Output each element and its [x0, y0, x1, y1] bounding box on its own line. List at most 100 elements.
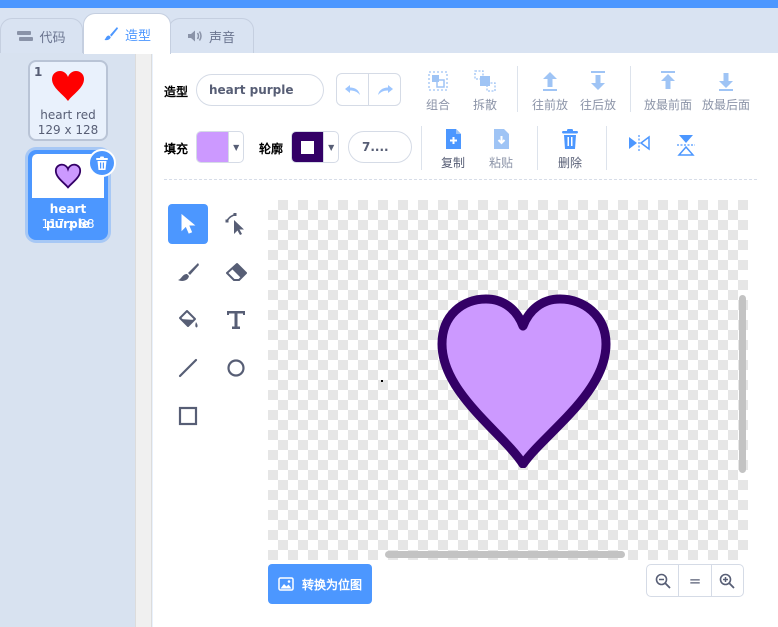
group-icon — [428, 71, 448, 91]
line-icon — [178, 358, 198, 378]
zoom-out-button[interactable] — [647, 565, 678, 596]
delete-label: 删除 — [557, 156, 582, 170]
delete-costume-button[interactable] — [88, 149, 116, 177]
toolbar-divider — [606, 126, 607, 170]
canvas-horizontal-scrollbar[interactable] — [385, 551, 625, 558]
fill-tool[interactable] — [168, 300, 208, 340]
canvas-center-dot — [381, 380, 383, 382]
undo-redo-group — [336, 73, 401, 106]
forward-button[interactable]: 往前放 — [525, 70, 575, 113]
toolbar-divider — [517, 66, 518, 112]
copy-button[interactable]: 复制 — [428, 128, 478, 171]
reshape-icon — [225, 213, 244, 235]
tab-sounds-label: 声音 — [208, 30, 235, 46]
flip-vertical-button[interactable] — [661, 134, 711, 156]
rectangle-tool[interactable] — [168, 396, 208, 436]
text-tool[interactable] — [216, 300, 256, 340]
outline-color-swatch — [292, 132, 324, 162]
outline-color-picker[interactable]: ▼ — [291, 131, 339, 163]
arrow-up-icon — [543, 72, 557, 91]
paste-button[interactable]: 粘贴 — [476, 128, 526, 171]
back-button[interactable]: 放最后面 — [701, 70, 751, 113]
heart-shape[interactable] — [435, 292, 613, 468]
backward-label: 往后放 — [579, 98, 616, 112]
flip-horizontal-button[interactable] — [614, 135, 664, 151]
line-tool[interactable] — [168, 348, 208, 388]
costume-size: 117 x 88 — [41, 217, 95, 231]
tab-costumes-label: 造型 — [124, 28, 151, 44]
reshape-tool[interactable] — [216, 204, 256, 244]
zoom-in-button[interactable] — [710, 565, 743, 596]
paintbrush-icon — [104, 27, 118, 41]
costume-name: heart red — [40, 108, 96, 122]
flip-horizontal-icon — [629, 135, 650, 151]
drawing-canvas[interactable] — [268, 200, 748, 560]
speaker-icon — [187, 30, 202, 42]
tab-bar: 代码 造型 声音 — [0, 8, 778, 54]
canvas-vertical-scrollbar[interactable] — [739, 295, 746, 473]
ungroup-label: 拆散 — [472, 98, 497, 112]
costume-item-1[interactable]: 1 heart red 129 x 128 — [28, 60, 108, 141]
tab-sounds[interactable]: 声音 — [168, 18, 254, 53]
outline-width-input[interactable] — [348, 131, 412, 163]
paintbrush-icon — [178, 263, 199, 281]
eraser-icon — [226, 263, 247, 281]
tab-costumes[interactable]: 造型 — [83, 13, 171, 54]
redo-icon — [377, 84, 393, 95]
costume-thumbnail — [32, 64, 104, 108]
copy-label: 复制 — [440, 156, 465, 170]
costume-name-input[interactable] — [196, 74, 324, 106]
zoom-controls: = — [646, 564, 744, 597]
fill-color-swatch — [197, 132, 229, 162]
zoom-reset-button[interactable]: = — [678, 565, 710, 596]
zoom-in-icon — [720, 573, 735, 589]
trash-icon — [96, 156, 108, 170]
copy-icon — [446, 129, 461, 149]
outline-label: 轮廓 — [259, 142, 284, 156]
toolbar-divider — [537, 126, 538, 170]
zoom-out-icon — [655, 573, 671, 589]
circle-tool[interactable] — [216, 348, 256, 388]
paste-label: 粘贴 — [488, 156, 513, 170]
undo-icon — [344, 84, 360, 95]
image-icon — [278, 577, 294, 591]
brush-tool[interactable] — [168, 252, 208, 292]
tab-code[interactable]: 代码 — [0, 18, 83, 53]
fill-color-picker[interactable]: ▼ — [196, 131, 244, 163]
front-button[interactable]: 放最前面 — [643, 70, 693, 113]
heart-red-icon — [52, 71, 84, 101]
delete-button[interactable]: 删除 — [545, 128, 595, 171]
text-icon — [227, 311, 245, 329]
back-label: 放最后面 — [701, 98, 750, 112]
arrow-down-icon — [591, 71, 605, 90]
ungroup-icon — [474, 70, 496, 92]
costume-number: 2 — [34, 155, 43, 169]
front-label: 放最前面 — [643, 98, 692, 112]
costume-list-scrollbar[interactable] — [135, 53, 152, 627]
cursor-arrow-icon — [181, 214, 196, 234]
forward-label: 往前放 — [531, 98, 568, 112]
undo-button[interactable] — [337, 74, 369, 105]
code-blocks-icon — [17, 31, 34, 41]
heart-purple-icon — [54, 163, 82, 189]
convert-to-bitmap-button[interactable]: 转换为位图 — [268, 564, 372, 604]
rectangle-icon — [178, 406, 198, 426]
tab-code-label: 代码 — [39, 30, 66, 46]
group-label: 组合 — [425, 98, 450, 112]
ungroup-button[interactable]: 拆散 — [460, 70, 510, 113]
eraser-tool[interactable] — [216, 252, 256, 292]
toolbar-divider — [630, 66, 631, 112]
toolbar-divider — [421, 126, 422, 170]
paste-icon — [494, 129, 509, 149]
convert-to-bitmap-label: 转换为位图 — [301, 577, 362, 592]
paint-bucket-icon — [179, 310, 198, 328]
send-to-back-icon — [719, 73, 733, 91]
bring-to-front-icon — [661, 71, 675, 89]
costume-size: 129 x 128 — [37, 123, 99, 137]
toolbar-separator — [164, 179, 757, 180]
trash-icon — [562, 129, 578, 149]
group-button[interactable]: 组合 — [413, 70, 463, 113]
backward-button[interactable]: 往后放 — [573, 70, 623, 113]
select-tool[interactable] — [168, 204, 208, 244]
redo-button[interactable] — [369, 74, 400, 105]
